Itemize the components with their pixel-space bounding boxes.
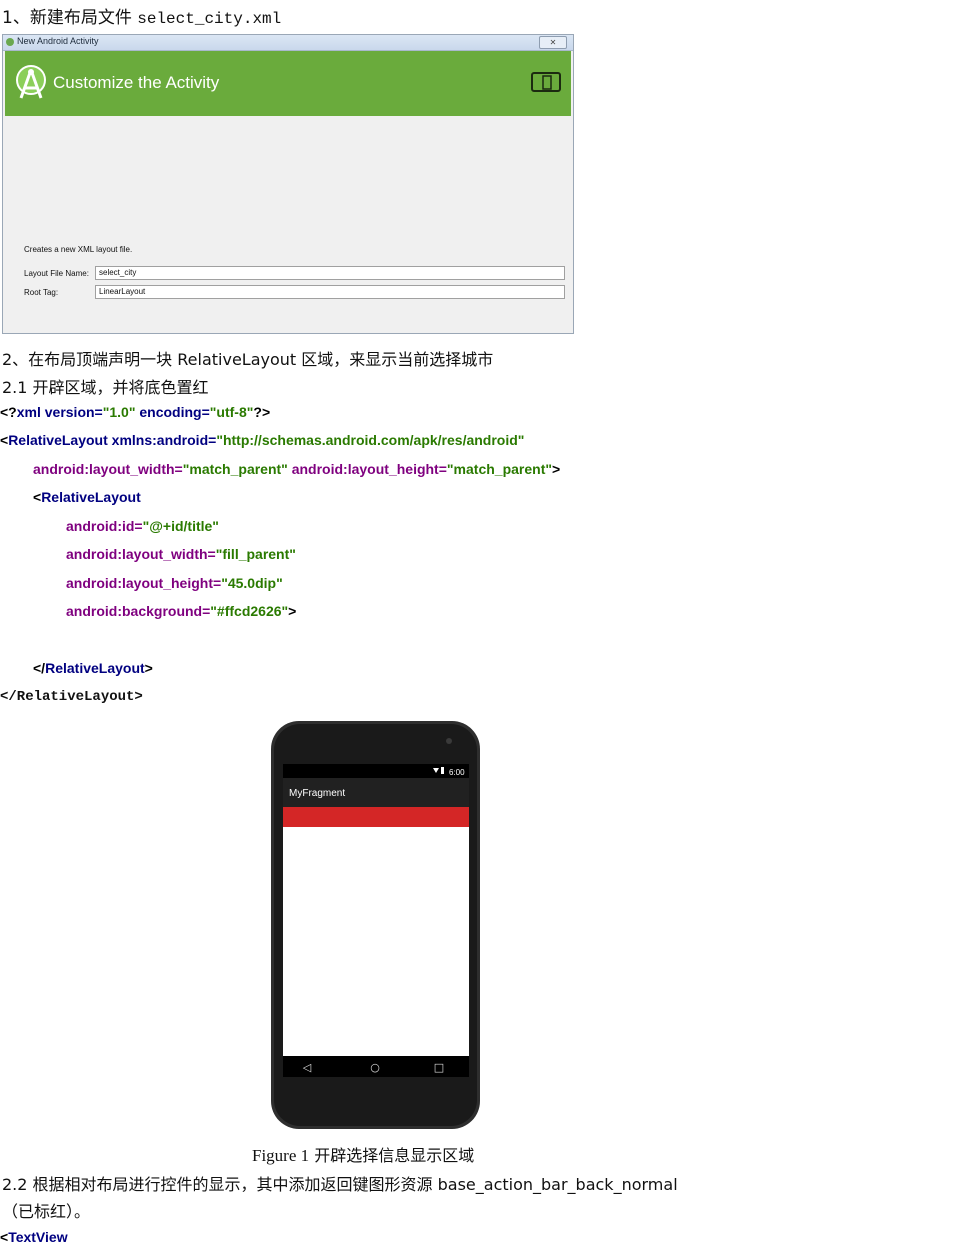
- new-android-activity-dialog: New Android Activity ✕ Customize the Act…: [2, 34, 574, 334]
- android-studio-logo-icon: [16, 65, 46, 99]
- code-line-10: </RelativeLayout>: [0, 689, 143, 705]
- code-line-6: android:layout_width="fill_parent": [66, 546, 296, 562]
- code-line-4: <RelativeLayout: [33, 489, 141, 505]
- layout-file-name-input[interactable]: select_city: [95, 266, 565, 280]
- dialog-header-banner: Customize the Activity: [5, 51, 571, 116]
- layout-file-name-label: Layout File Name:: [24, 269, 89, 278]
- figure-number: Figure 1: [252, 1146, 310, 1165]
- dialog-description: Creates a new XML layout file.: [24, 245, 133, 254]
- code-line-9: </RelativeLayout>: [33, 660, 153, 676]
- root-tag-label: Root Tag:: [24, 288, 59, 297]
- code-line-8: android:background="#ffcd2626">: [66, 603, 297, 619]
- step1-filename: select_city.xml: [137, 10, 282, 28]
- dialog-titlebar: New Android Activity ✕: [3, 35, 573, 51]
- app-content-area: [283, 827, 469, 1056]
- phone-mockup: 6:00 MyFragment ◁ ○ □: [271, 721, 480, 1129]
- code-line-7: android:layout_height="45.0dip": [66, 575, 283, 591]
- root-tag-input[interactable]: LinearLayout: [95, 285, 565, 299]
- device-preview-icon: [531, 72, 561, 92]
- nav-home-icon[interactable]: ○: [370, 1061, 380, 1074]
- dialog-window-title: New Android Activity: [17, 36, 99, 46]
- code-line-1: <?xml version="1.0" encoding="utf-8"?>: [0, 404, 271, 420]
- dialog-heading: Customize the Activity: [53, 73, 220, 92]
- code-line-3: android:layout_width="match_parent" andr…: [33, 461, 561, 477]
- code-line-2: <RelativeLayout xmlns:android="http://sc…: [0, 432, 525, 448]
- app-title: MyFragment: [289, 788, 345, 799]
- code-line-5: android:id="@+id/title": [66, 518, 219, 534]
- step1-text: 新建布局文件: [29, 8, 132, 28]
- nav-recent-icon[interactable]: □: [434, 1061, 444, 1074]
- step1-heading: 1、新建布局文件 select_city.xml: [2, 3, 281, 28]
- android-app-icon: [6, 38, 14, 46]
- step1-number: 1、: [2, 8, 30, 28]
- step2-2-paragraph: 2.2 根据相对布局进行控件的显示，其中添加返回键图形资源 base_actio…: [2, 1175, 678, 1194]
- nav-back-icon[interactable]: ◁: [303, 1061, 312, 1074]
- close-icon[interactable]: ✕: [539, 36, 567, 49]
- figure-caption-text: 开辟选择信息显示区域: [314, 1146, 475, 1165]
- red-title-region: [283, 807, 469, 827]
- step2-1-paragraph: 2.1 开辟区域，并将底色置红: [2, 378, 209, 397]
- step2-paragraph: 2、在布局顶端声明一块 RelativeLayout 区域，来显示当前选择城市: [2, 350, 494, 369]
- battery-icon: [441, 767, 444, 774]
- code-textview-line: <TextView: [0, 1229, 68, 1245]
- step2-2-continuation: （已标红）。: [2, 1202, 91, 1221]
- status-time: 6:00: [449, 768, 465, 777]
- figure-caption: Figure 1 开辟选择信息显示区域: [252, 1142, 474, 1166]
